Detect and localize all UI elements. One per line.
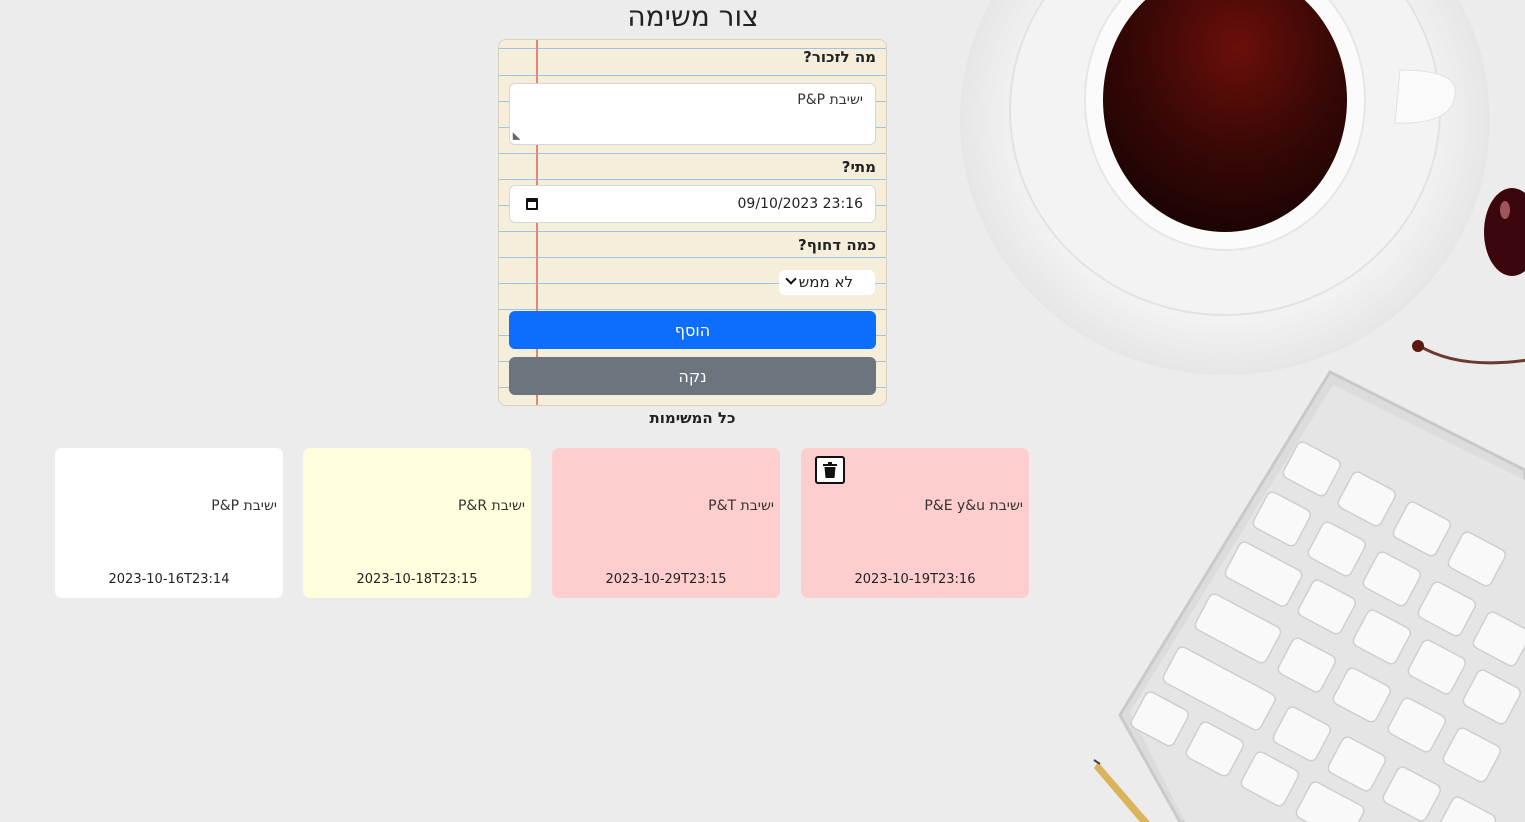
note-date: 2023-10-18T23:15 [356,572,478,587]
due-date-label: מתי? [841,158,876,176]
note-date: 2023-10-29T23:15 [605,572,727,587]
note-card[interactable]: ישיבת P&P 2023-10-16T23:14 [55,448,283,598]
note-text: ישיבת P&P [211,498,277,514]
cherry-image [1412,188,1525,365]
task-text-input[interactable]: ישיבת P&P [509,83,876,145]
note-date: 2023-10-19T23:16 [854,572,976,587]
note-card[interactable]: ישיבת P&T 2023-10-29T23:15 [552,448,780,598]
note-text: ישיבת P&E y&u [924,498,1023,514]
urgency-label: כמה דחוף? [798,236,876,254]
page-title: צור משימה [627,0,759,33]
pen-image [1093,759,1150,822]
calendar-icon[interactable] [526,198,538,210]
note-card[interactable]: ישיבת P&R 2023-10-18T23:15 [303,448,531,598]
resize-grip-icon[interactable]: ◢ [511,130,522,140]
note-text: ישיבת P&R [457,498,525,514]
note-date: 2023-10-16T23:14 [108,572,230,587]
urgency-selected-value: לא ממש [798,273,853,291]
delete-note-button[interactable] [815,456,845,484]
due-date-input[interactable]: 09/10/2023 23:16 [509,185,876,223]
due-date-value: 09/10/2023 23:16 [737,196,864,212]
urgency-select[interactable]: לא ממש [779,270,875,295]
add-button[interactable]: הוסף [509,311,876,349]
all-tasks-title: כל המשימות [649,409,736,427]
chevron-down-icon [785,273,797,285]
coffee-cup-image [960,0,1490,375]
keyboard-image [1118,370,1525,822]
note-form: מה לזכור? ישיבת P&P ◢ מתי? 09/10/2023 23… [498,39,887,406]
trash-icon [823,462,837,478]
clear-button[interactable]: נקה [509,357,876,395]
task-text-label: מה לזכור? [803,48,876,66]
note-card[interactable]: ישיבת P&E y&u 2023-10-19T23:16 [801,448,1029,598]
note-text: ישיבת P&T [708,498,774,514]
